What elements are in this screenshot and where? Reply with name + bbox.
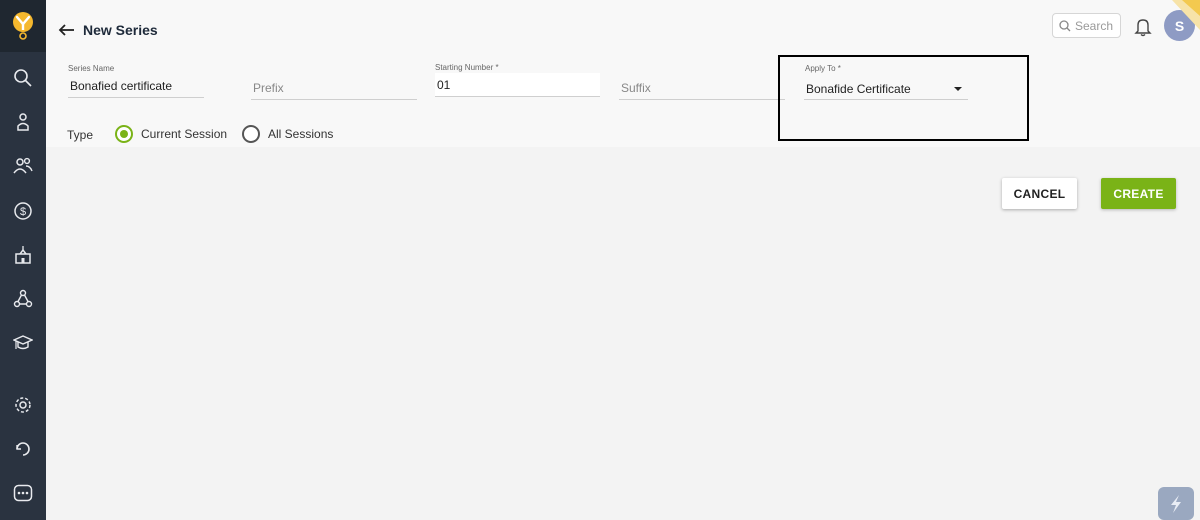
users-icon[interactable] <box>7 150 39 182</box>
starting-number-input[interactable] <box>435 73 600 97</box>
radio-all-sessions-label: All Sessions <box>268 127 334 141</box>
radio-unselected-icon <box>242 125 260 143</box>
radio-selected-icon <box>115 125 133 143</box>
radio-current-session[interactable]: Current Session <box>115 125 227 143</box>
search-input[interactable] <box>1075 18 1119 33</box>
radio-all-sessions[interactable]: All Sessions <box>242 125 333 143</box>
back-arrow-icon[interactable] <box>58 21 76 39</box>
lightning-icon <box>1171 494 1181 513</box>
page-title: New Series <box>83 22 158 38</box>
starting-number-label: Starting Number * <box>435 63 499 72</box>
network-icon[interactable] <box>7 283 39 315</box>
floating-helper-button[interactable] <box>1158 487 1194 520</box>
caret-down-icon <box>954 87 962 91</box>
suffix-input[interactable] <box>619 76 785 100</box>
gear-icon[interactable] <box>7 389 39 421</box>
type-label: Type <box>67 128 94 142</box>
prefix-input[interactable] <box>251 76 417 100</box>
svg-text:$: $ <box>20 206 26 218</box>
graduation-cap-icon[interactable] <box>7 327 39 359</box>
apply-to-value: Bonafide Certificate <box>806 81 911 96</box>
suffix-field <box>619 66 785 100</box>
search-icon[interactable] <box>7 62 39 94</box>
lightbulb-logo-icon <box>13 12 33 40</box>
apply-to-select[interactable]: Bonafide Certificate <box>804 78 968 100</box>
search-icon <box>1059 19 1071 31</box>
starting-number-field: Starting Number * <box>435 63 600 97</box>
create-button[interactable]: CREATE <box>1101 178 1176 209</box>
refresh-support-icon[interactable] <box>7 433 39 465</box>
bell-icon[interactable] <box>1134 17 1152 37</box>
search-box[interactable] <box>1052 13 1121 38</box>
sidebar: $ <box>0 0 46 520</box>
apply-to-field: Apply To * <box>805 64 965 74</box>
series-name-field: Series Name <box>68 64 204 98</box>
hourglass-student-icon[interactable] <box>7 106 39 138</box>
avatar[interactable]: S <box>1164 10 1195 41</box>
series-name-input[interactable] <box>68 74 204 98</box>
dollar-icon[interactable]: $ <box>7 195 39 227</box>
cancel-button[interactable]: CANCEL <box>1002 178 1077 209</box>
apply-to-label: Apply To * <box>805 64 841 73</box>
radio-current-session-label: Current Session <box>141 127 228 141</box>
prefix-field <box>251 66 417 100</box>
app-logo[interactable] <box>0 0 46 52</box>
school-building-icon[interactable] <box>7 239 39 271</box>
more-options-icon[interactable] <box>7 477 39 509</box>
series-name-label: Series Name <box>68 64 115 73</box>
